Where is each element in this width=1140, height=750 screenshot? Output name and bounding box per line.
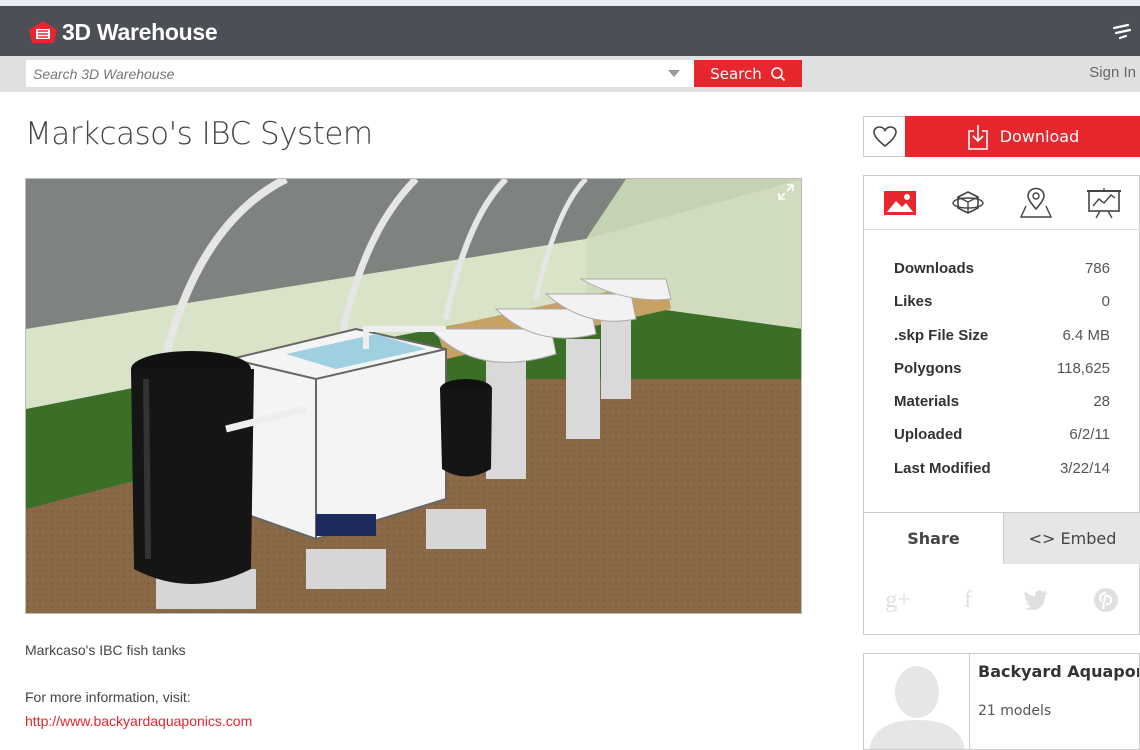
stat-value: 0 [1101,293,1110,311]
social-links: g+ f [864,576,1140,626]
avatar[interactable] [864,654,970,749]
warehouse-logo-icon [29,21,57,43]
stat-value: 3/22/14 [1059,459,1110,477]
twitter-icon[interactable] [1022,586,1050,614]
stat-value: 6.4 MB [1062,326,1110,344]
user-avatar-icon [864,654,969,749]
stat-row: Materials 28 [894,393,1110,426]
stat-label: Likes [894,293,933,311]
image-icon [884,191,916,215]
tab-share[interactable]: Share [864,512,1003,564]
stat-value: 118,625 [1056,359,1110,377]
stat-label: Polygons [894,359,962,377]
stat-row: Downloads 786 [894,260,1110,293]
view-tabs [864,176,1140,230]
site-header: 3D Warehouse [0,6,1140,56]
tab-presentation[interactable] [1086,186,1122,220]
model-stats: Downloads 786 Likes 0 .skp File Size 6.4 MB… [894,260,1110,493]
model-preview[interactable] [25,178,802,614]
search-icon [770,66,785,81]
page-title: Markcaso's IBC System [25,116,373,152]
more-info-link[interactable]: http://www.backyardaquaponics.com [25,713,252,729]
stat-value: 6/2/11 [1069,426,1110,444]
stat-row: Last Modified 3/22/14 [894,460,1110,493]
model-render-image [26,179,801,613]
download-button[interactable]: Download [905,116,1140,157]
stat-value: 28 [1093,393,1110,411]
site-logo[interactable]: 3D Warehouse [26,18,218,46]
model-description: Markcaso's IBC fish tanks [25,642,186,658]
download-icon [967,124,988,150]
menu-icon[interactable] [1112,22,1132,44]
like-button[interactable] [863,116,906,157]
search-button-label: Search [710,64,762,83]
model-info-panel: Downloads 786 Likes 0 .skp File Size 6.4 MB… [863,175,1140,635]
more-info-text: For more information, visit: [25,689,191,705]
pinterest-icon[interactable] [1092,586,1120,614]
search-dropdown-icon[interactable] [668,70,680,77]
share-tabs: Share <> Embed [864,512,1140,564]
fullscreen-icon[interactable] [777,183,795,201]
search-button[interactable]: Search [694,60,802,87]
stat-label: Last Modified [894,459,991,477]
tab-embed[interactable]: <> Embed [1003,512,1140,564]
google-plus-icon[interactable]: g+ [884,586,912,614]
stat-value: 786 [1084,260,1110,277]
stat-label: Uploaded [894,426,963,444]
tab-location[interactable] [1018,186,1054,220]
stat-label: Materials [894,393,960,411]
author-card[interactable]: Backyard Aquapon... 21 models [863,653,1140,750]
presentation-icon [1087,188,1121,219]
author-models-count: 21 models [978,703,1052,719]
stat-label: Downloads [894,260,975,277]
stat-row: Uploaded 6/2/11 [894,426,1110,459]
author-name[interactable]: Backyard Aquapon... [978,662,1139,681]
stat-label: .skp File Size [894,326,989,344]
stat-row: Likes 0 [894,293,1110,326]
facebook-icon[interactable]: f [954,586,982,614]
search-input[interactable] [26,60,694,87]
brand-name: 3D Warehouse [62,18,218,45]
search-bar: Search Sign In [0,56,1140,92]
download-button-label: Download [999,127,1080,146]
heart-icon [872,125,897,147]
tab-3d-view[interactable] [950,186,986,220]
location-icon [1019,187,1053,218]
sign-in-link[interactable]: Sign In [1089,64,1136,81]
3d-rotate-icon [952,191,984,214]
stat-row: .skp File Size 6.4 MB [894,327,1110,360]
tab-images[interactable] [882,186,918,220]
stat-row: Polygons 118,625 [894,360,1110,393]
